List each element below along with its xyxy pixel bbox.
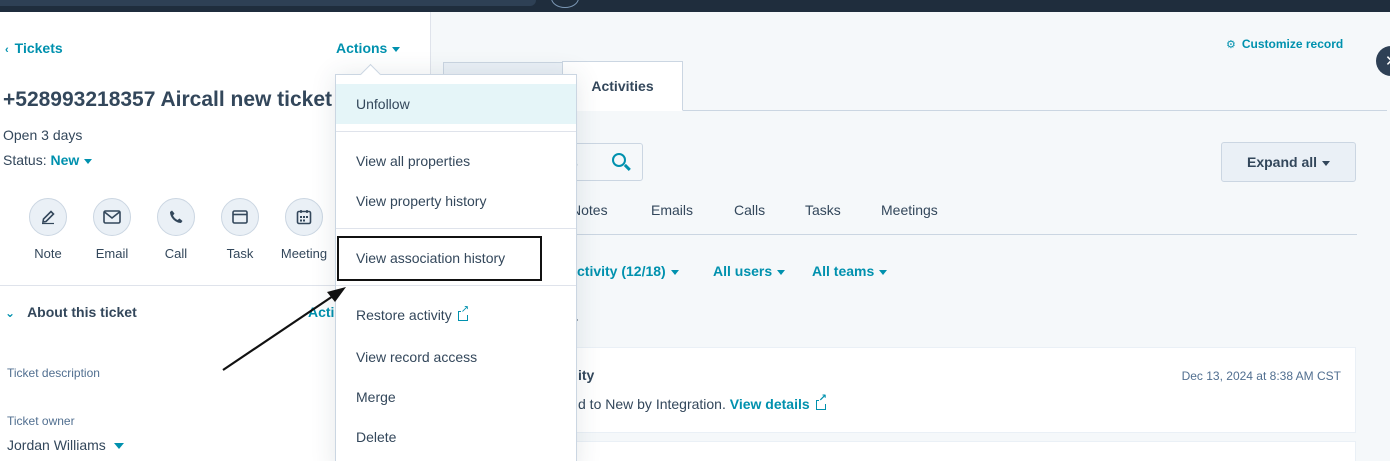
annotation-arrow bbox=[222, 287, 346, 371]
